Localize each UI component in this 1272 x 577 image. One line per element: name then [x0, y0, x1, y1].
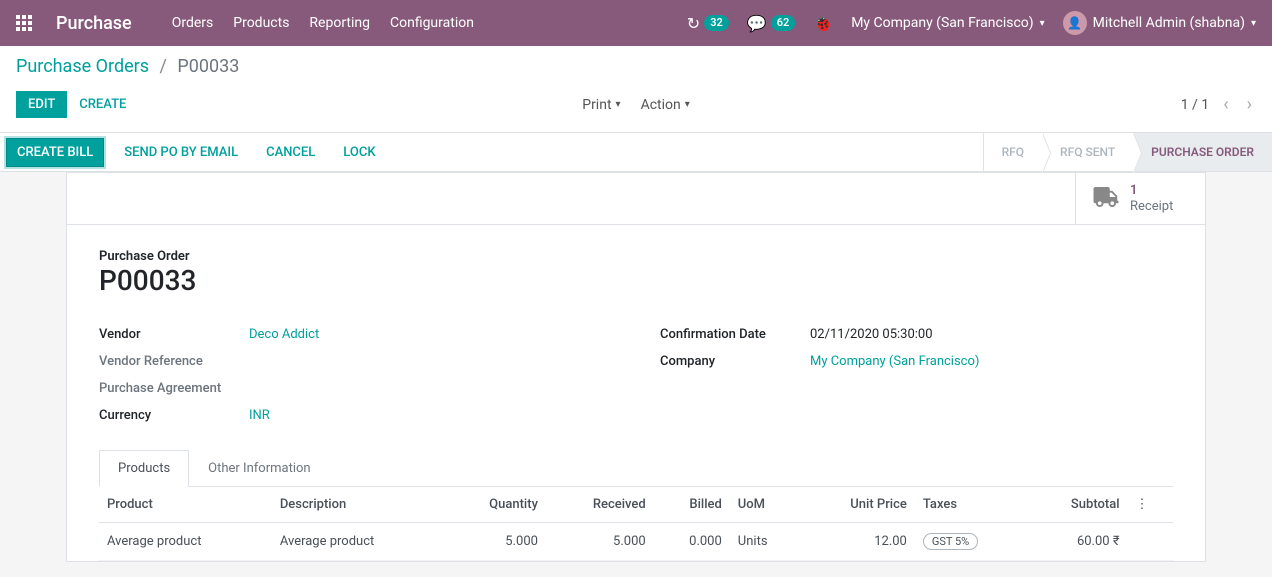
col-description[interactable]: Description: [272, 487, 445, 523]
cell-taxes: GST 5%: [915, 523, 1027, 561]
tab-other-information[interactable]: Other Information: [189, 450, 329, 487]
cell-product: Average product: [99, 523, 272, 561]
cancel-button[interactable]: Cancel: [258, 139, 323, 166]
chat-badge: 62: [771, 15, 796, 31]
cell-billed: 0.000: [654, 523, 730, 561]
form-sheet: 1 Receipt Purchase Order P00033 VendorDe…: [66, 172, 1206, 562]
send-po-email-button[interactable]: Send PO by Email: [116, 139, 246, 166]
chevron-down-icon: ▾: [1040, 18, 1045, 29]
label-currency: Currency: [99, 408, 249, 423]
col-options[interactable]: ⋮: [1128, 487, 1173, 523]
col-taxes[interactable]: Taxes: [915, 487, 1027, 523]
nav-configuration[interactable]: Configuration: [390, 15, 474, 31]
label-confirm-date: Confirmation Date: [660, 327, 810, 342]
pager-value[interactable]: 1 / 1: [1181, 97, 1209, 113]
cell-received: 5.000: [546, 523, 654, 561]
nav-menu: Orders Products Reporting Configuration: [172, 15, 474, 31]
cell-quantity: 5.000: [445, 523, 546, 561]
create-button[interactable]: Create: [67, 91, 138, 118]
action-dropdown[interactable]: Action▾: [641, 97, 690, 113]
activity-badge: 32: [704, 15, 729, 31]
nav-orders[interactable]: Orders: [172, 15, 214, 31]
edit-button[interactable]: Edit: [16, 91, 67, 118]
order-lines-table: Product Description Quantity Received Bi…: [99, 487, 1173, 561]
tax-tag: GST 5%: [923, 533, 978, 550]
lock-button[interactable]: Lock: [335, 139, 383, 166]
cell-uom: Units: [730, 523, 802, 561]
top-nav: Purchase Orders Products Reporting Confi…: [0, 0, 1272, 46]
stage-rfq-sent[interactable]: RFQ SENT: [1042, 133, 1133, 171]
cell-description: Average product: [272, 523, 445, 561]
value-confirm-date: 02/11/2020 05:30:00: [810, 327, 933, 342]
breadcrumb-separator: /: [160, 56, 167, 77]
avatar: 👤: [1063, 11, 1087, 35]
col-uom[interactable]: UoM: [730, 487, 802, 523]
messaging-indicator[interactable]: 💬 62: [747, 14, 796, 33]
col-received[interactable]: Received: [546, 487, 654, 523]
vendor-link[interactable]: Deco Addict: [249, 327, 319, 342]
chevron-down-icon: ▾: [1251, 18, 1256, 29]
control-bar: Edit Create Print▾ Action▾ 1 / 1 ‹ ›: [0, 77, 1272, 132]
user-name: Mitchell Admin (shabna): [1093, 15, 1245, 31]
apps-icon[interactable]: [16, 15, 32, 31]
breadcrumb-parent[interactable]: Purchase Orders: [16, 56, 149, 77]
label-purchase-agreement: Purchase Agreement: [99, 381, 249, 396]
receipt-stat-button[interactable]: 1 Receipt: [1075, 173, 1205, 224]
pager-next[interactable]: ›: [1243, 94, 1256, 115]
cell-unit-price: 12.00: [801, 523, 915, 561]
chevron-down-icon: ▾: [685, 99, 690, 110]
chat-icon: 💬: [747, 14, 767, 33]
create-bill-button[interactable]: Create Bill: [6, 138, 104, 167]
pager-prev[interactable]: ‹: [1219, 94, 1232, 115]
print-dropdown[interactable]: Print▾: [582, 97, 620, 113]
breadcrumb-bar: Purchase Orders / P00033: [0, 46, 1272, 77]
company-selector[interactable]: My Company (San Francisco) ▾: [851, 15, 1044, 31]
stage-purchase-order[interactable]: PURCHASE ORDER: [1133, 133, 1272, 171]
user-menu[interactable]: 👤 Mitchell Admin (shabna) ▾: [1063, 11, 1256, 35]
table-row[interactable]: Average product Average product 5.000 5.…: [99, 523, 1173, 561]
truck-icon: [1092, 187, 1120, 211]
company-link[interactable]: My Company (San Francisco): [810, 354, 979, 369]
col-unit-price[interactable]: Unit Price: [801, 487, 915, 523]
app-brand: Purchase: [56, 13, 132, 34]
record-title-label: Purchase Order: [99, 249, 1173, 264]
col-quantity[interactable]: Quantity: [445, 487, 546, 523]
pager: 1 / 1 ‹ ›: [1181, 94, 1256, 115]
tab-products[interactable]: Products: [99, 450, 189, 487]
status-bar: Create Bill Send PO by Email Cancel Lock…: [0, 132, 1272, 172]
label-company: Company: [660, 354, 810, 369]
col-subtotal[interactable]: Subtotal: [1026, 487, 1127, 523]
nav-reporting[interactable]: Reporting: [309, 15, 370, 31]
currency-link[interactable]: INR: [249, 408, 270, 423]
stage-rfq[interactable]: RFQ: [983, 133, 1042, 171]
activity-indicator[interactable]: ↻ 32: [687, 14, 729, 33]
receipt-label: Receipt: [1130, 199, 1173, 214]
breadcrumb-current: P00033: [177, 56, 239, 77]
breadcrumb: Purchase Orders / P00033: [16, 56, 1256, 77]
cell-subtotal: 60.00 ₹: [1026, 523, 1127, 561]
label-vendor: Vendor: [99, 327, 249, 342]
chevron-down-icon: ▾: [616, 99, 621, 110]
statusbar-stages: RFQ RFQ SENT PURCHASE ORDER: [983, 133, 1272, 171]
receipt-count: 1: [1130, 183, 1137, 198]
company-name: My Company (San Francisco): [851, 15, 1033, 31]
nav-products[interactable]: Products: [233, 15, 289, 31]
col-billed[interactable]: Billed: [654, 487, 730, 523]
col-product[interactable]: Product: [99, 487, 272, 523]
debug-icon[interactable]: 🐞: [813, 14, 833, 33]
label-vendor-ref: Vendor Reference: [99, 354, 249, 369]
record-name: P00033: [99, 264, 1173, 297]
clock-icon: ↻: [687, 14, 700, 33]
